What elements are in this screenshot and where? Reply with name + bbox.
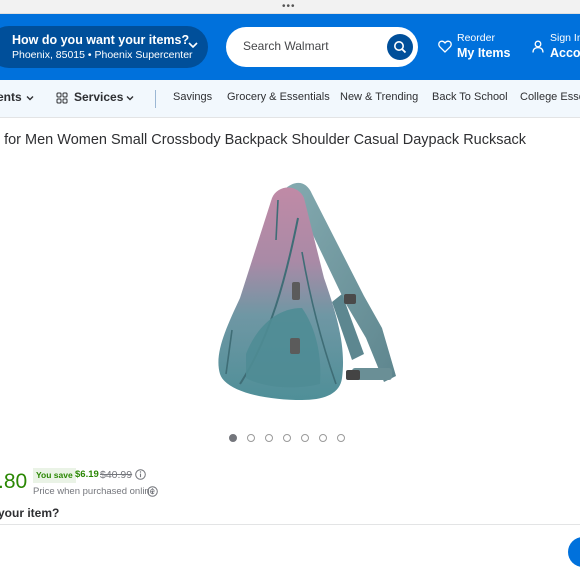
section-divider	[0, 524, 580, 525]
heart-icon	[438, 40, 452, 53]
was-price: $40.99	[100, 469, 133, 481]
info-icon[interactable]	[147, 486, 158, 497]
carousel-dot[interactable]	[319, 434, 327, 442]
carousel-dot[interactable]	[337, 434, 345, 442]
fulfillment-question: your item?	[0, 506, 60, 520]
services-grid-icon	[56, 92, 68, 104]
carousel-dot[interactable]	[247, 434, 255, 442]
location-subtitle: Phoenix, 85015 • Phoenix Supercenter	[12, 49, 193, 61]
nav-divider	[155, 90, 156, 108]
services-menu[interactable]: Services	[74, 90, 123, 104]
carousel-dot[interactable]	[301, 434, 309, 442]
search-bar[interactable]: Search Walmart	[226, 27, 418, 67]
nav-link-college[interactable]: College Essen	[520, 91, 580, 103]
search-button[interactable]	[387, 34, 413, 60]
current-price: .80	[0, 470, 28, 493]
departments-menu[interactable]: ents	[0, 90, 22, 104]
site-header: How do you want your items? Phoenix, 850…	[0, 14, 580, 80]
nav-link-grocery[interactable]: Grocery & Essentials	[227, 91, 330, 103]
chevron-down-icon	[188, 42, 198, 49]
nav-link-new-trending[interactable]: New & Trending	[340, 91, 418, 103]
floating-action-button[interactable]	[568, 537, 580, 567]
search-icon	[394, 41, 407, 54]
search-input[interactable]: Search Walmart	[243, 39, 329, 53]
nav-link-savings[interactable]: Savings	[173, 91, 212, 103]
carousel-dot[interactable]	[283, 434, 291, 442]
product-image[interactable]	[206, 178, 416, 408]
you-save-badge: You save	[33, 468, 76, 483]
category-nav: ents Services Savings Grocery & Essentia…	[0, 80, 580, 118]
product-title: g for Men Women Small Crossbody Backpack…	[0, 132, 527, 148]
sign-in-account-link[interactable]: Sign In Account	[532, 30, 580, 66]
account-label: Account	[550, 46, 580, 60]
price-note: Price when purchased online	[33, 486, 155, 497]
carousel-dot[interactable]	[229, 434, 237, 442]
more-dots-icon[interactable]: •••	[282, 2, 296, 12]
nav-link-back-to-school[interactable]: Back To School	[432, 91, 508, 103]
chevron-down-icon	[126, 96, 134, 101]
sign-in-label: Sign In	[550, 32, 580, 44]
info-icon[interactable]	[135, 469, 146, 480]
browser-top-bar: •••	[0, 0, 580, 14]
location-title: How do you want your items?	[12, 33, 190, 47]
person-icon	[532, 40, 544, 53]
my-items-label: My Items	[457, 46, 511, 60]
save-amount: $6.19	[75, 469, 99, 480]
reorder-my-items-link[interactable]: Reorder My Items	[438, 30, 518, 66]
chevron-down-icon	[26, 96, 34, 101]
carousel-dot[interactable]	[265, 434, 273, 442]
fulfillment-location-button[interactable]: How do you want your items? Phoenix, 850…	[0, 26, 208, 68]
sling-bag-image	[218, 182, 396, 400]
reorder-label: Reorder	[457, 32, 495, 44]
